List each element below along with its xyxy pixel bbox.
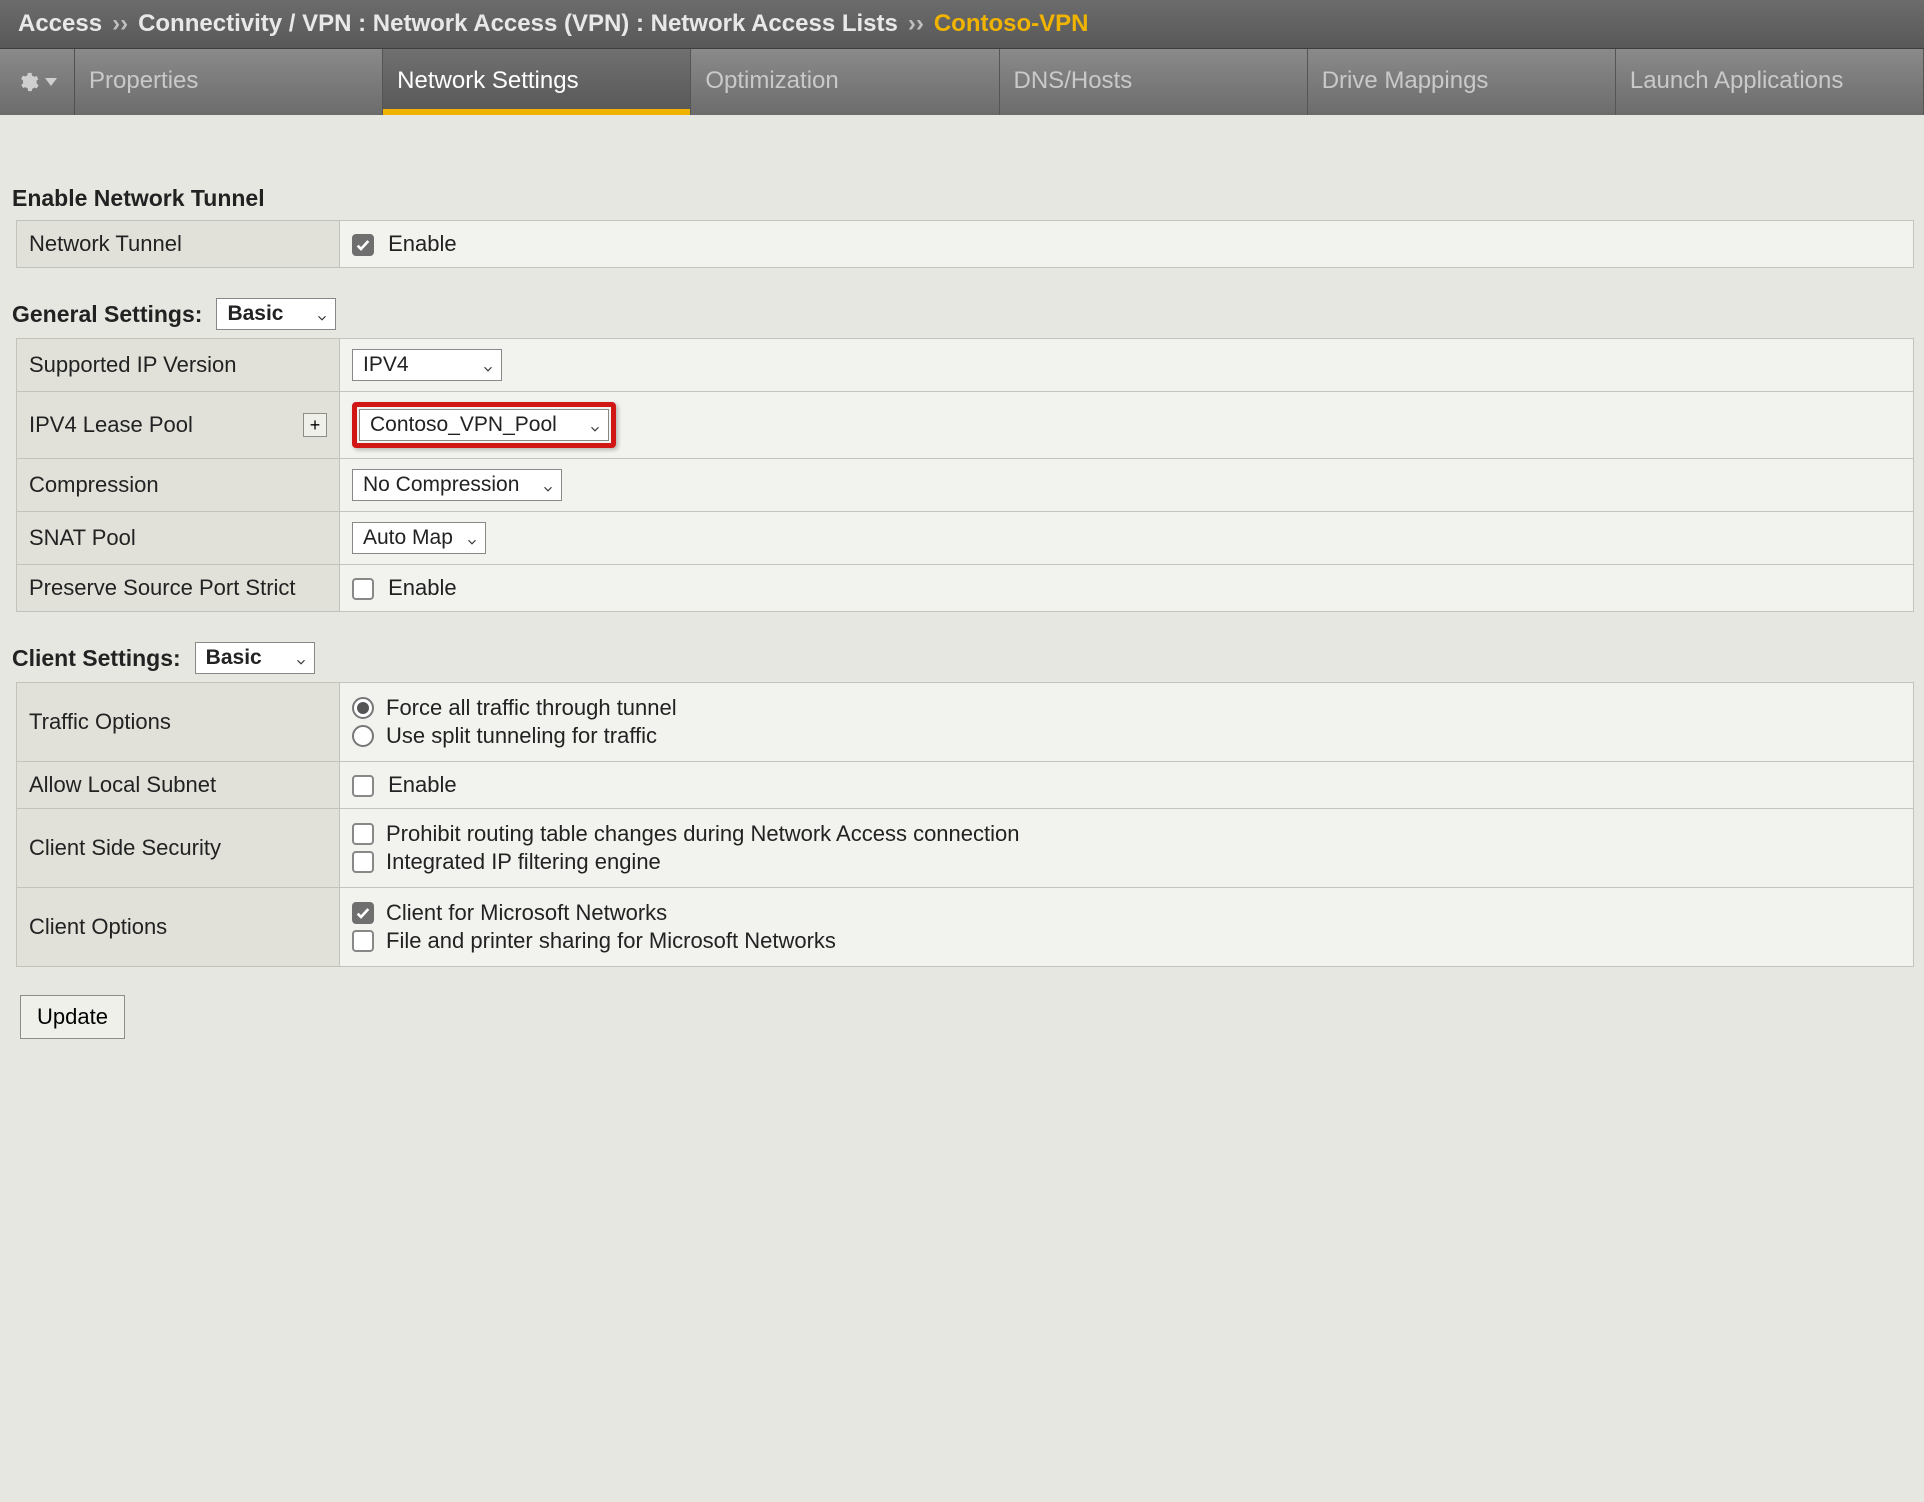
tab-label: DNS/Hosts	[1014, 67, 1133, 94]
row-snat-pool: SNAT Pool Auto Map	[17, 512, 1914, 565]
select-value: No Compression	[363, 473, 519, 497]
traffic-force-all-radio[interactable]	[352, 697, 374, 719]
section-title-text: General Settings:	[12, 301, 202, 328]
prohibit-routing-checkbox[interactable]	[352, 823, 374, 845]
tab-label: Launch Applications	[1630, 67, 1844, 94]
row-traffic-options: Traffic Options Force all traffic throug…	[17, 683, 1914, 762]
label-lease-pool: IPV4 Lease Pool	[29, 412, 193, 438]
select-value: Auto Map	[363, 526, 453, 550]
label-preserve-port: Preserve Source Port Strict	[17, 565, 340, 612]
general-settings-table: Supported IP Version IPV4 IPV4 Lease Poo…	[16, 338, 1914, 612]
preserve-port-checkbox-label: Enable	[388, 575, 457, 600]
row-client-options: Client Options Client for Microsoft Netw…	[17, 888, 1914, 967]
label-allow-local-subnet: Allow Local Subnet	[17, 762, 340, 809]
traffic-split-label: Use split tunneling for traffic	[386, 723, 657, 749]
client-ms-networks-label: Client for Microsoft Networks	[386, 900, 667, 926]
network-tunnel-checkbox-label: Enable	[388, 231, 457, 256]
tab-network-settings[interactable]: Network Settings	[383, 49, 691, 115]
label-client-side-security: Client Side Security	[17, 809, 340, 888]
section-title-enable-tunnel: Enable Network Tunnel	[10, 145, 1914, 220]
label-traffic-options: Traffic Options	[17, 683, 340, 762]
section-title-text: Client Settings:	[12, 645, 181, 672]
label-network-tunnel: Network Tunnel	[17, 221, 340, 268]
chevron-down-icon	[588, 418, 602, 432]
chevron-down-icon	[465, 531, 479, 545]
allow-local-subnet-checkbox[interactable]	[352, 775, 374, 797]
file-printer-sharing-label: File and printer sharing for Microsoft N…	[386, 928, 836, 954]
check-icon	[355, 237, 371, 253]
compression-select[interactable]: No Compression	[352, 469, 562, 501]
lease-pool-select[interactable]: Contoso_VPN_Pool	[359, 409, 609, 441]
tab-label: Network Settings	[397, 67, 578, 94]
tab-properties[interactable]: Properties	[75, 49, 383, 115]
traffic-force-all-label: Force all traffic through tunnel	[386, 695, 677, 721]
select-value: Basic	[227, 302, 283, 326]
chevron-down-icon	[294, 651, 308, 665]
client-mode-select[interactable]: Basic	[195, 642, 315, 674]
breadcrumb-path[interactable]: Connectivity / VPN : Network Access (VPN…	[138, 10, 898, 38]
breadcrumb-leaf[interactable]: Contoso-VPN	[934, 10, 1089, 38]
section-title-general: General Settings: Basic	[10, 268, 1914, 338]
gear-menu-button[interactable]	[0, 49, 75, 115]
tabs-bar: Properties Network Settings Optimization…	[0, 49, 1924, 115]
breadcrumb-root[interactable]: Access	[18, 10, 102, 38]
tab-drive-mappings[interactable]: Drive Mappings	[1308, 49, 1616, 115]
row-allow-local-subnet: Allow Local Subnet Enable	[17, 762, 1914, 809]
tab-optimization[interactable]: Optimization	[691, 49, 999, 115]
enable-tunnel-table: Network Tunnel Enable	[16, 220, 1914, 268]
ip-filtering-label: Integrated IP filtering engine	[386, 849, 661, 875]
traffic-split-radio[interactable]	[352, 725, 374, 747]
tab-label: Properties	[89, 67, 198, 94]
row-client-side-security: Client Side Security Prohibit routing ta…	[17, 809, 1914, 888]
breadcrumb-sep-2: ››	[908, 10, 924, 38]
file-printer-sharing-checkbox[interactable]	[352, 930, 374, 952]
update-button[interactable]: Update	[20, 995, 125, 1039]
section-title-client: Client Settings: Basic	[10, 612, 1914, 682]
allow-local-subnet-label: Enable	[388, 772, 457, 797]
chevron-down-icon	[481, 358, 495, 372]
select-value: IPV4	[363, 353, 409, 377]
gear-icon	[17, 71, 39, 93]
preserve-port-checkbox[interactable]	[352, 578, 374, 600]
tab-dns-hosts[interactable]: DNS/Hosts	[1000, 49, 1308, 115]
select-value: Basic	[206, 646, 262, 670]
chevron-down-icon	[541, 478, 555, 492]
client-ms-networks-checkbox[interactable]	[352, 902, 374, 924]
breadcrumb: Access ›› Connectivity / VPN : Network A…	[0, 0, 1924, 49]
label-snat-pool: SNAT Pool	[17, 512, 340, 565]
check-icon	[355, 905, 371, 921]
label-compression: Compression	[17, 459, 340, 512]
row-compression: Compression No Compression	[17, 459, 1914, 512]
label-client-options: Client Options	[17, 888, 340, 967]
lease-pool-highlight: Contoso_VPN_Pool	[352, 402, 616, 448]
select-value: Contoso_VPN_Pool	[370, 413, 557, 437]
row-ip-version: Supported IP Version IPV4	[17, 339, 1914, 392]
add-lease-pool-button[interactable]: +	[303, 413, 327, 437]
label-ip-version: Supported IP Version	[17, 339, 340, 392]
tab-label: Optimization	[705, 67, 838, 94]
row-preserve-port: Preserve Source Port Strict Enable	[17, 565, 1914, 612]
chevron-down-icon	[45, 78, 57, 86]
tab-launch-applications[interactable]: Launch Applications	[1616, 49, 1924, 115]
ip-filtering-checkbox[interactable]	[352, 851, 374, 873]
prohibit-routing-label: Prohibit routing table changes during Ne…	[386, 821, 1019, 847]
breadcrumb-sep-1: ››	[112, 10, 128, 38]
snat-pool-select[interactable]: Auto Map	[352, 522, 486, 554]
general-mode-select[interactable]: Basic	[216, 298, 336, 330]
row-network-tunnel: Network Tunnel Enable	[17, 221, 1914, 268]
client-settings-table: Traffic Options Force all traffic throug…	[16, 682, 1914, 967]
ip-version-select[interactable]: IPV4	[352, 349, 502, 381]
tab-label: Drive Mappings	[1322, 67, 1489, 94]
network-tunnel-checkbox[interactable]	[352, 234, 374, 256]
chevron-down-icon	[315, 307, 329, 321]
row-lease-pool: IPV4 Lease Pool + Contoso_VPN_Pool	[17, 392, 1914, 459]
